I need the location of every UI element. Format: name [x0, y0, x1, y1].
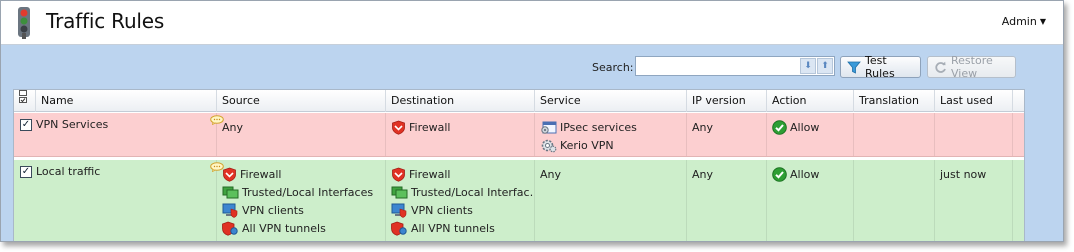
rule-enabled-checkbox[interactable]: ✓: [20, 166, 32, 178]
ip-version-value: Any: [692, 121, 714, 134]
search-field: ⬇ ⬆: [635, 56, 835, 76]
vpn-clients-icon: [391, 203, 407, 218]
column-header-action[interactable]: Action: [767, 90, 854, 112]
user-menu[interactable]: Admin ▼: [1002, 15, 1046, 28]
rule-name: VPN Services: [36, 118, 109, 131]
last-used-cell: [935, 113, 1013, 156]
service-cell: Any: [535, 160, 687, 241]
last-used-cell: just now: [935, 160, 1013, 241]
ip-version-cell: Any: [687, 160, 767, 241]
rule-enabled-checkbox[interactable]: ✓: [20, 119, 32, 131]
action-cell: Allow: [767, 113, 854, 156]
name-cell: ✓ VPN Services: [14, 113, 224, 156]
kerio-vpn-gear-icon: [541, 139, 557, 152]
column-header-last-used[interactable]: Last used: [935, 90, 1013, 112]
test-rules-button[interactable]: Test Rules: [840, 54, 921, 80]
firewall-shield-icon: [223, 167, 236, 182]
app-window: Traffic Rules Admin ▼ Search: ⬇ ⬆ Test Ru…: [0, 0, 1064, 242]
column-header-source[interactable]: Source: [217, 90, 386, 112]
vpn-tunnels-icon: [391, 221, 407, 236]
allow-check-icon: [772, 119, 787, 135]
translation-cell: [854, 113, 935, 156]
list-item: VPN clients: [222, 201, 385, 219]
column-header-ip-version[interactable]: IP version: [687, 90, 767, 112]
service-any: Any: [540, 168, 562, 181]
column-chooser-icon[interactable]: [14, 90, 36, 112]
vpn-clients-icon: [222, 203, 238, 218]
ip-version-cell: Any: [687, 113, 767, 156]
rule-name: Local traffic: [36, 165, 101, 178]
restore-view-button[interactable]: Restore View: [927, 54, 1016, 80]
search-next-button[interactable]: ⬇: [800, 58, 816, 74]
name-cell: ✓ Local traffic: [14, 160, 224, 241]
list-item: All VPN tunnels: [222, 219, 385, 237]
restore-view-label: Restore View: [951, 54, 993, 80]
destination-cell: Firewall Trusted/Local Interfac… VPN cli…: [386, 160, 535, 241]
traffic-light-icon: [18, 7, 30, 39]
search-input[interactable]: [636, 57, 798, 75]
user-menu-label: Admin: [1001, 15, 1037, 28]
action-value: Allow: [772, 165, 853, 183]
source-any: Any: [222, 121, 244, 134]
column-header-service[interactable]: Service: [535, 90, 687, 112]
page-title: Traffic Rules: [46, 9, 165, 33]
firewall-shield-icon: [392, 167, 405, 182]
list-item: Firewall: [391, 118, 534, 136]
arrow-down-icon: ⬇: [804, 61, 812, 71]
list-item: Firewall: [222, 165, 385, 183]
ip-version-value: Any: [692, 168, 714, 181]
ipsec-service-icon: [541, 121, 557, 134]
column-header-name[interactable]: Name: [36, 90, 217, 112]
chevron-down-icon: ▼: [1039, 17, 1046, 26]
list-item: Kerio VPN: [540, 136, 686, 154]
list-item: Firewall: [391, 165, 534, 183]
action-cell: Allow: [767, 160, 854, 241]
action-value: Allow: [772, 118, 853, 136]
title-bar: Traffic Rules Admin ▼: [1, 1, 1063, 45]
allow-check-icon: [772, 166, 787, 182]
column-header-destination[interactable]: Destination: [386, 90, 535, 112]
column-header-translation[interactable]: Translation: [854, 90, 935, 112]
list-item: IPsec services: [540, 118, 686, 136]
table-row[interactable]: ✓ Local traffic Firewall Trusted/Local I…: [14, 160, 1024, 241]
search-label: Search:: [592, 61, 634, 74]
table-row[interactable]: ✓ VPN Services Any Firewall IPsec servic…: [14, 113, 1024, 157]
list-item: Trusted/Local Interfaces: [222, 183, 385, 201]
service-cell: IPsec services Kerio VPN: [535, 113, 687, 156]
local-interfaces-icon: [391, 186, 408, 198]
traffic-rules-table: Name Source Destination Service IP versi…: [13, 89, 1025, 241]
source-cell: Firewall Trusted/Local Interfaces VPN cl…: [217, 160, 386, 241]
firewall-shield-icon: [392, 120, 405, 135]
filter-icon: [847, 61, 861, 74]
arrow-up-icon: ⬆: [821, 61, 829, 71]
refresh-icon: [935, 61, 946, 73]
last-used-value: just now: [940, 168, 987, 181]
list-item: All VPN tunnels: [391, 219, 534, 237]
search-previous-button[interactable]: ⬆: [817, 58, 833, 74]
list-item: Trusted/Local Interfac…: [391, 183, 534, 201]
translation-cell: [854, 160, 935, 241]
destination-cell: Firewall: [386, 113, 535, 156]
local-interfaces-icon: [222, 186, 239, 198]
vpn-tunnels-icon: [222, 221, 238, 236]
test-rules-label: Test Rules: [865, 54, 895, 80]
source-cell: Any: [217, 113, 386, 156]
toolbar: Search: ⬇ ⬆ Test Rules Restore View: [1, 45, 1063, 87]
table-header: Name Source Destination Service IP versi…: [14, 90, 1024, 112]
list-item: VPN clients: [391, 201, 534, 219]
